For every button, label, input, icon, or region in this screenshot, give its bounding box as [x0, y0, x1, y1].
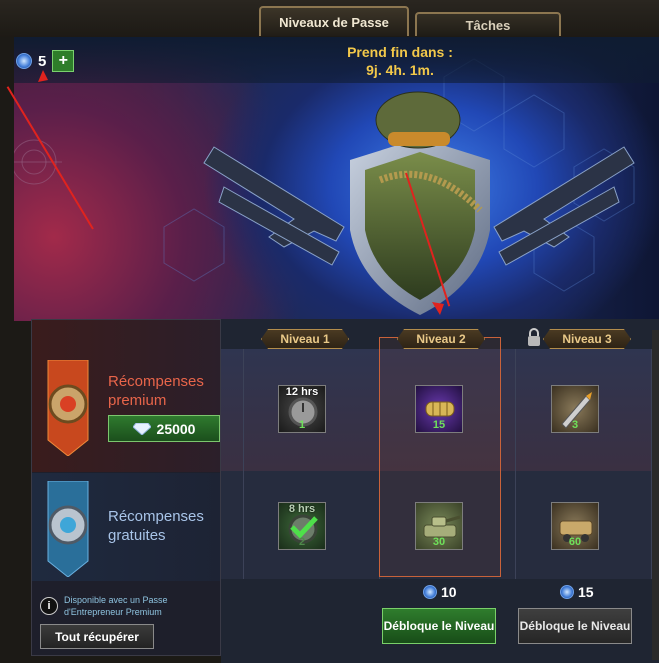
unlock-level-3-button[interactable]: Débloque le Niveau — [518, 608, 632, 644]
scrollbar[interactable] — [652, 330, 659, 660]
reward-speedup-free-1[interactable]: 8 hrs 2 — [278, 502, 326, 550]
premium-price: 25000 — [156, 420, 196, 437]
level-2-cost: 10 — [423, 584, 457, 600]
reward-speedup-premium-1[interactable]: 12 hrs 1 — [278, 385, 326, 433]
add-tokens-button[interactable]: + — [52, 50, 75, 72]
token-count: 5 — [38, 52, 47, 70]
buy-premium-button[interactable]: 25000 — [108, 415, 220, 442]
reward-missile-premium-3[interactable]: 3 — [551, 385, 599, 433]
token-icon — [423, 585, 437, 599]
level-tag-1: Niveau 1 — [261, 329, 349, 349]
reward-capsule-premium-2[interactable]: 15 — [415, 385, 463, 433]
item-quantity: 2 — [298, 536, 306, 548]
premium-medal-icon — [47, 360, 89, 456]
levels-track: Niveau 1 Niveau 2 Niveau 3 12 hrs 1 8 hr… — [221, 319, 659, 663]
premium-rewards-label: Récompenses premium — [108, 373, 204, 409]
rewards-sidebar: Récompenses premium 25000 Récompenses gr… — [31, 319, 221, 656]
item-duration: 8 hrs — [288, 503, 316, 515]
diamond-icon — [132, 422, 151, 435]
item-quantity: 15 — [432, 419, 446, 431]
token-balance: 5 + — [16, 50, 75, 72]
timer-label: Prend fin dans : — [347, 44, 453, 60]
level-2-cost-value: 10 — [441, 584, 457, 600]
item-quantity: 3 — [571, 419, 579, 431]
unlock-level-2-button[interactable]: Débloque le Niveau — [382, 608, 496, 644]
free-rewards-label: Récompenses gratuites — [108, 508, 204, 544]
collect-all-button[interactable]: Tout récupérer — [40, 624, 154, 649]
free-medal-icon — [47, 481, 89, 577]
column-divider — [515, 349, 516, 579]
info-text: Disponible avec un Passe d'Entrepreneur … — [64, 595, 168, 617]
level-3-cost-value: 15 — [578, 584, 594, 600]
item-quantity: 1 — [298, 419, 306, 431]
reward-vehicle-free-3[interactable]: 60 — [551, 502, 599, 550]
column-divider — [243, 349, 244, 579]
item-quantity: 60 — [568, 536, 582, 548]
level-3-cost: 15 — [560, 584, 594, 600]
premium-info: i Disponible avec un Passe d'Entrepreneu… — [40, 594, 216, 618]
token-icon — [560, 585, 574, 599]
reward-tank-free-2[interactable]: 30 — [415, 502, 463, 550]
token-icon — [16, 53, 32, 69]
free-row: Récompenses gratuites — [32, 473, 220, 581]
annotation-arrowhead — [432, 302, 444, 315]
info-icon[interactable]: i — [40, 597, 58, 615]
season-timer: Prend fin dans : 9j. 4h. 1m. — [300, 43, 500, 79]
tab-tasks[interactable]: Tâches — [415, 12, 561, 36]
item-duration: 12 hrs — [285, 386, 319, 398]
soldier-emblem-icon — [350, 91, 490, 315]
level-tag-3: Niveau 3 — [543, 329, 631, 349]
lock-icon — [528, 328, 540, 346]
item-quantity: 30 — [432, 536, 446, 548]
level-tag-2: Niveau 2 — [397, 329, 485, 349]
timer-value: 9j. 4h. 1m. — [366, 62, 434, 78]
tab-pass-levels[interactable]: Niveaux de Passe — [259, 6, 409, 36]
annotation-arrowhead — [38, 70, 48, 82]
premium-row: Récompenses premium 25000 — [32, 320, 220, 472]
